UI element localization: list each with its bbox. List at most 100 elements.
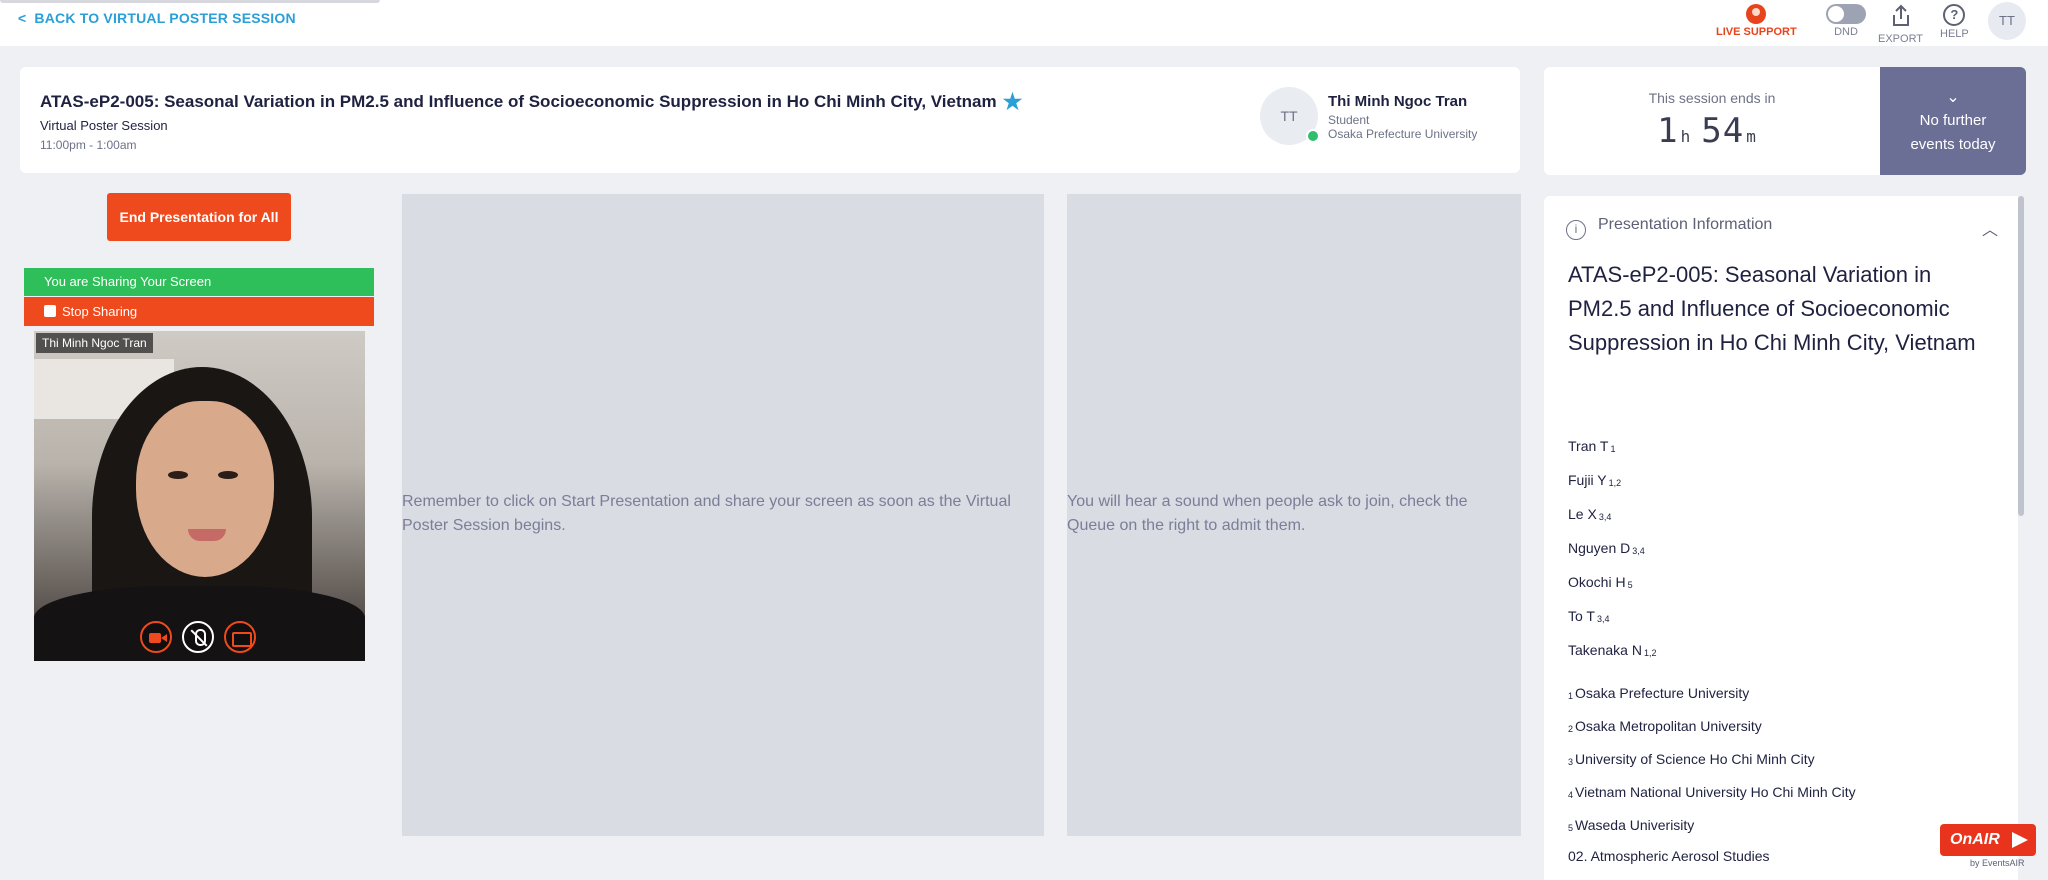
next-events-text: No further events today bbox=[1880, 109, 2026, 157]
star-favorite-icon[interactable]: ★ bbox=[1003, 89, 1023, 115]
help-label: HELP bbox=[1940, 28, 1969, 40]
author-item: Takenaka N 1,2 bbox=[1568, 624, 1998, 658]
queue-hint-panel: You will hear a sound when people ask to… bbox=[1067, 194, 1521, 836]
next-events-line1: No further bbox=[1919, 112, 1987, 129]
affiliation-number: 3 bbox=[1568, 757, 1574, 767]
presenter-video-tile: Thi Minh Ngoc Tran bbox=[34, 331, 365, 661]
author-item: Fujii Y 1,2 bbox=[1568, 454, 1998, 488]
user-avatar[interactable]: TT bbox=[1988, 2, 2026, 40]
session-title: ATAS-eP2-005: Seasonal Variation in PM2.… bbox=[40, 92, 997, 111]
timer-hours: 1 bbox=[1657, 111, 1679, 151]
affiliation-number: 5 bbox=[1568, 823, 1574, 833]
timer-hours-unit: h bbox=[1680, 127, 1692, 146]
presentation-topic: 02. Atmospheric Aerosol Studies bbox=[1568, 848, 1770, 864]
author-list: Tran T1 Fujii Y 1,2 Le X 3,4 Nguyen D 3,4 O… bbox=[1568, 420, 1998, 658]
next-events-line2: events today bbox=[1910, 136, 1996, 153]
chevron-down-icon: ⌄ bbox=[1946, 89, 1960, 106]
author-affiliation-ref: 1,2 bbox=[1643, 648, 1657, 658]
session-title-row: ATAS-eP2-005: Seasonal Variation in PM2.… bbox=[40, 89, 1022, 115]
question-icon: ? bbox=[1943, 4, 1966, 26]
stop-sharing-button[interactable]: Stop Sharing bbox=[24, 297, 374, 326]
author-affiliation-ref: 3,4 bbox=[1596, 614, 1610, 624]
author-item: Tran T1 bbox=[1568, 420, 1998, 454]
video-person-face bbox=[136, 401, 274, 577]
dnd-toggle[interactable]: DND bbox=[1826, 4, 1866, 38]
presenter-role: Student bbox=[1328, 113, 1370, 127]
timer-minutes: 54 bbox=[1701, 111, 1745, 151]
chevron-up-icon[interactable]: ︿ bbox=[1982, 216, 1998, 240]
dnd-label: DND bbox=[1834, 26, 1858, 38]
author-name: Tran T bbox=[1568, 438, 1609, 454]
top-bar: < BACK TO VIRTUAL POSTER SESSION LIVE SUP… bbox=[0, 0, 2048, 46]
camera-toggle-icon[interactable] bbox=[140, 621, 172, 653]
presenter-avatar: TT bbox=[1260, 87, 1320, 145]
video-person-eye-left bbox=[168, 471, 188, 479]
presentation-info-label: Presentation Information bbox=[1598, 216, 1773, 233]
presenter-affiliation: Osaka Prefecture University bbox=[1328, 127, 1478, 141]
help-button[interactable]: ? HELP bbox=[1940, 4, 1969, 40]
presentation-screen-panel: Remember to click on Start Presentation … bbox=[402, 194, 1044, 836]
presentation-info-header[interactable]: i Presentation Information bbox=[1566, 216, 1772, 240]
presenter-name: Thi Minh Ngoc Tran bbox=[1328, 93, 1468, 110]
affiliation-item: 1 Osaka Prefecture University bbox=[1568, 668, 2008, 701]
onair-logo: OnAIR bbox=[1940, 824, 2036, 856]
affiliation-name: Waseda Univerisity bbox=[1575, 817, 1695, 833]
info-scrollbar-thumb[interactable] bbox=[2018, 196, 2024, 516]
affiliation-name: University of Science Ho Chi Minh City bbox=[1575, 751, 1815, 767]
session-timer-card: This session ends in 1 h 54 m bbox=[1544, 67, 1880, 175]
chevron-left-icon: < bbox=[18, 10, 27, 26]
presentation-title: ATAS-eP2-005: Seasonal Variation in PM2.… bbox=[1568, 262, 1976, 355]
toggle-switch-icon bbox=[1826, 4, 1866, 24]
back-to-session-link[interactable]: < BACK TO VIRTUAL POSTER SESSION bbox=[18, 10, 296, 26]
next-events-dropdown[interactable]: ⌄ No further events today bbox=[1880, 67, 2026, 175]
affiliation-number: 4 bbox=[1568, 790, 1574, 800]
affiliation-number: 1 bbox=[1568, 691, 1574, 701]
back-link-label: BACK TO VIRTUAL POSTER SESSION bbox=[34, 10, 296, 26]
author-name: Nguyen D bbox=[1568, 540, 1631, 556]
author-name: Okochi H bbox=[1568, 574, 1626, 590]
onair-logo-text: OnAIR bbox=[1950, 831, 2000, 848]
author-item: Nguyen D 3,4 bbox=[1568, 522, 1998, 556]
author-affiliation-ref: 1 bbox=[1610, 444, 1616, 454]
info-icon: i bbox=[1566, 220, 1586, 240]
session-type: Virtual Poster Session bbox=[40, 118, 168, 133]
author-item: Le X 3,4 bbox=[1568, 488, 1998, 522]
session-time: 11:00pm - 1:00am bbox=[40, 138, 137, 152]
author-affiliation-ref: 1,2 bbox=[1608, 478, 1622, 488]
affiliation-item: 2 Osaka Metropolitan University bbox=[1568, 701, 2008, 734]
export-button[interactable]: EXPORT bbox=[1878, 4, 1923, 45]
session-header-card: ATAS-eP2-005: Seasonal Variation in PM2.… bbox=[20, 67, 1520, 173]
author-name: Le X bbox=[1568, 506, 1597, 522]
affiliation-number: 2 bbox=[1568, 724, 1574, 734]
checkbox-icon[interactable] bbox=[44, 305, 56, 317]
screen-share-icon[interactable] bbox=[224, 621, 256, 653]
stop-sharing-label: Stop Sharing bbox=[62, 304, 138, 319]
share-export-icon bbox=[1892, 4, 1909, 26]
author-affiliation-ref: 3,4 bbox=[1632, 546, 1645, 556]
author-affiliation-ref: 5 bbox=[1627, 580, 1633, 590]
start-presentation-hint: Remember to click on Start Presentation … bbox=[402, 493, 1011, 534]
timer-countdown: 1 h 54 m bbox=[1544, 111, 1880, 151]
screen-sharing-status: You are Sharing Your Screen bbox=[24, 268, 374, 296]
author-name: To T bbox=[1568, 608, 1595, 624]
microphone-muted-icon[interactable] bbox=[182, 621, 214, 653]
online-status-dot bbox=[1306, 129, 1320, 143]
live-support-label: LIVE SUPPORT bbox=[1716, 26, 1797, 38]
queue-hint: You will hear a sound when people ask to… bbox=[1067, 493, 1468, 534]
video-person-eye-right bbox=[218, 471, 238, 479]
presenter-initials: TT bbox=[1280, 108, 1298, 124]
author-affiliation-ref: 3,4 bbox=[1598, 512, 1612, 522]
affiliation-name: Vietnam National University Ho Chi Minh … bbox=[1575, 784, 1856, 800]
window-drag-handle[interactable] bbox=[0, 0, 380, 3]
affiliation-name: Osaka Prefecture University bbox=[1575, 685, 1750, 701]
author-name: Fujii Y bbox=[1568, 472, 1607, 488]
presentation-info-card: i Presentation Information ︿ ATAS-eP2-005… bbox=[1544, 196, 2022, 880]
end-presentation-button[interactable]: End Presentation for All bbox=[107, 193, 291, 241]
live-support-button[interactable]: LIVE SUPPORT bbox=[1716, 4, 1797, 38]
video-name-tag: Thi Minh Ngoc Tran bbox=[36, 333, 153, 353]
video-person-mouth bbox=[188, 529, 226, 541]
export-label: EXPORT bbox=[1878, 33, 1924, 45]
eventsair-byline: by EventsAIR bbox=[1970, 858, 2025, 868]
author-item: To T 3,4 bbox=[1568, 590, 1998, 624]
author-item: Okochi H5 bbox=[1568, 556, 1998, 590]
